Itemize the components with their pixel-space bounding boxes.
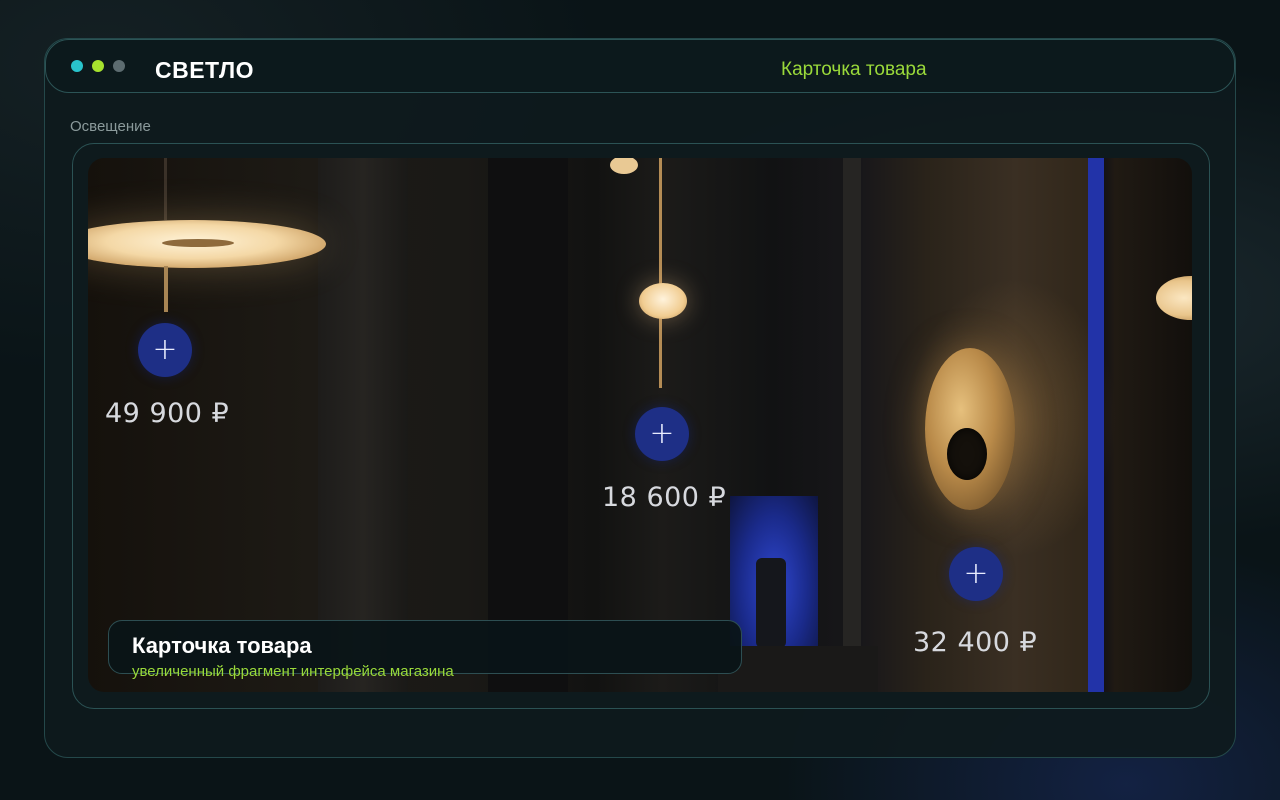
product-panel: + 49 900 ₽ + 18 600 ₽ + 32 400 ₽ Карточк…	[72, 143, 1210, 709]
window-dot-teal[interactable]	[71, 60, 83, 72]
lamp-hub	[162, 239, 234, 247]
pendant-stem	[164, 266, 168, 312]
add-to-cart-button-1[interactable]: +	[138, 323, 192, 377]
product-scene-image: + 49 900 ₽ + 18 600 ₽ + 32 400 ₽ Карточк…	[88, 158, 1192, 692]
breadcrumb[interactable]: Карточка товара	[781, 59, 927, 81]
scene-blue-strip	[1088, 158, 1104, 692]
add-to-cart-button-3[interactable]: +	[949, 547, 1003, 601]
plus-icon: +	[649, 416, 675, 451]
window-dot-lime[interactable]	[92, 60, 104, 72]
caption-card: Карточка товара увеличенный фрагмент инт…	[108, 620, 742, 680]
caption-subtitle: увеличенный фрагмент интерфейса магазина	[132, 663, 454, 680]
window-dot-gray[interactable]	[113, 60, 125, 72]
small-globe-lamp	[610, 158, 638, 174]
partial-pendant-lamp	[1156, 276, 1192, 320]
plus-icon: +	[152, 332, 178, 367]
floor-lamp-rod	[659, 158, 662, 388]
globe-lamp	[639, 283, 687, 319]
scene-arch	[318, 158, 408, 692]
sconce-center	[947, 428, 987, 480]
title-bar: СВЕТЛО Карточка товара	[45, 39, 1235, 93]
plus-icon: +	[963, 556, 989, 591]
pendant-disc-lamp	[88, 220, 326, 268]
scene-table	[718, 646, 878, 692]
price-1: 49 900 ₽	[105, 398, 230, 429]
app-window: СВЕТЛО Карточка товара Освещение + 49 90…	[44, 38, 1236, 758]
add-to-cart-button-2[interactable]: +	[635, 407, 689, 461]
price-3: 32 400 ₽	[913, 627, 1038, 658]
pendant-cord	[164, 158, 167, 220]
brand-logo[interactable]: СВЕТЛО	[155, 57, 254, 84]
scene-column	[488, 158, 568, 692]
price-2: 18 600 ₽	[602, 482, 727, 513]
section-label: Освещение	[70, 118, 151, 135]
scene-vase	[756, 558, 786, 648]
wall-sconce-lamp	[925, 348, 1015, 510]
scene-door-frame	[843, 158, 861, 692]
caption-title: Карточка товара	[132, 633, 312, 658]
